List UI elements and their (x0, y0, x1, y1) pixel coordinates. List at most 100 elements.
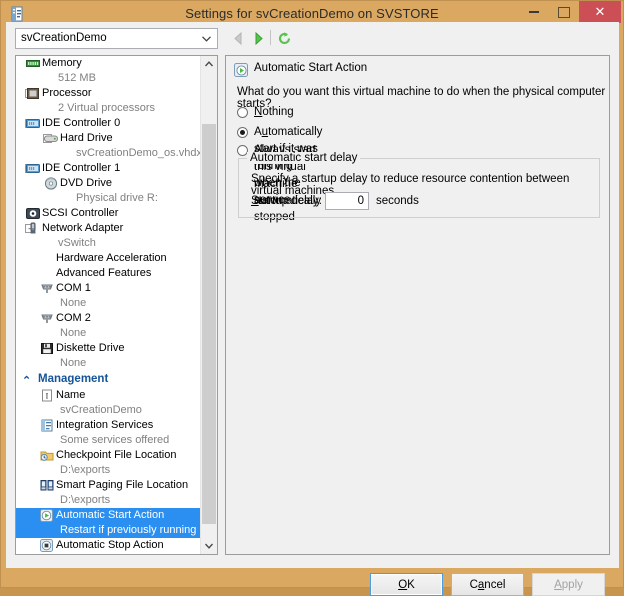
tree-node-label: Smart Paging File Location (56, 479, 189, 491)
tree-node-sublabel: None (60, 357, 87, 369)
ok-button-label: OK (398, 578, 415, 591)
tree-node-label: Advanced Features (56, 267, 152, 279)
forward-button[interactable] (248, 29, 268, 47)
processor-icon (26, 87, 40, 100)
com-port-icon (40, 312, 54, 325)
tree-node-sub-smart-paging-file-location: D:\exports (16, 493, 202, 508)
scsi-controller-icon (26, 207, 40, 220)
tree-node-sublabel: D:\exports (60, 464, 111, 476)
back-button[interactable] (228, 29, 248, 47)
tree-node-sublabel: svCreationDemo (60, 404, 142, 416)
tree-node-automatic-start-action[interactable]: Automatic Start Action (16, 508, 202, 523)
chevron-down-icon (200, 33, 212, 45)
tree-node-ide-controller-1[interactable]: -IDE Controller 1 (16, 161, 202, 176)
com-port-icon (40, 282, 54, 295)
tree-node-label: Checkpoint File Location (56, 449, 177, 461)
tree-node-sub-network-adapter: vSwitch (16, 236, 202, 251)
tree-node-dvd-drive[interactable]: DVD Drive (16, 176, 202, 191)
tree-node-label: Processor (42, 87, 92, 99)
settings-content-panel: Automatic Start Action What do you want … (225, 55, 610, 555)
tree-node-sub-name: svCreationDemo (16, 403, 202, 418)
tree-node-list: Memory 512 MB +Processor2 Virtual processo… (16, 56, 202, 554)
tree-node-label: Name (56, 389, 86, 401)
tree-node-checkpoint-file-location[interactable]: Checkpoint File Location (16, 448, 202, 463)
tree-node-network-adapter[interactable]: - Network Adapter (16, 221, 202, 236)
tree-node-sublabel: vSwitch (58, 237, 96, 249)
toolbar-separator (270, 30, 271, 45)
tree-node-automatic-stop-action[interactable]: Automatic Stop Action (16, 538, 202, 553)
minimize-button[interactable] (519, 1, 549, 23)
cancel-button[interactable]: Cancel (451, 573, 524, 596)
tree-node-integration-services[interactable]: Integration Services (16, 418, 202, 433)
cancel-button-label: Cancel (469, 578, 506, 591)
tree-node-label: COM 1 (56, 282, 91, 294)
tree-node-advanced-features[interactable]: Advanced Features (16, 266, 202, 281)
scrollbar-thumb[interactable] (202, 124, 216, 524)
tree-node-sub-memory: 512 MB (16, 71, 202, 86)
tree-node-diskette-drive[interactable]: Diskette Drive (16, 341, 202, 356)
dialog-body: svCreationDemo Memory512 MB+Processo (6, 22, 619, 596)
content-section-header: Automatic Start Action (234, 62, 601, 78)
tree-node-ide-controller-0[interactable]: -IDE Controller 0 (16, 116, 202, 131)
tree-node-sublabel: D:\exports (60, 494, 111, 506)
radio-indicator[interactable] (237, 127, 248, 138)
tree-node-com-2[interactable]: COM 2 (16, 311, 202, 326)
dvd-drive-icon (44, 177, 58, 190)
tree-node-label: Automatic Start Action (56, 509, 165, 521)
tree-section-management[interactable]: ⌃ Management (16, 371, 202, 388)
tree-node-sublabel: 2 Virtual processors (58, 102, 156, 114)
tree-node-processor[interactable]: +Processor (16, 86, 202, 101)
forward-arrow-icon (255, 31, 263, 45)
ide-controller-icon (26, 117, 40, 130)
startup-delay-input[interactable]: 0 (325, 192, 369, 210)
network-adapter-icon (26, 222, 40, 235)
tree-node-label: DVD Drive (60, 177, 112, 189)
hard-drive-icon (44, 132, 58, 145)
tree-node-label: IDE Controller 1 (42, 162, 121, 174)
tree-node-sub-checkpoint-file-location: D:\exports (16, 463, 202, 478)
tree-node-scsi-controller[interactable]: SCSI Controller (16, 206, 202, 221)
close-button[interactable]: ✕ (579, 1, 621, 23)
tree-node-label: Integration Services (56, 419, 154, 431)
tree-node-memory[interactable]: Memory (16, 56, 202, 71)
tree-node-sub-dvd-drive: Physical drive R: (16, 191, 202, 206)
tree-node-sublabel: 512 MB (58, 72, 96, 84)
tree-node-hardware-acceleration[interactable]: Hardware Acceleration (16, 251, 202, 266)
tree-node-name[interactable]: I Name (16, 388, 202, 403)
tree-node-label: Hardware Acceleration (56, 252, 167, 264)
tree-node-sub-diskette-drive: None (16, 356, 202, 371)
refresh-button[interactable] (274, 29, 294, 47)
tree-node-hard-drive[interactable]: +Hard Drive (16, 131, 202, 146)
tree-node-label: Memory (42, 57, 82, 69)
ide-controller-icon (26, 162, 40, 175)
diskette-drive-icon (40, 342, 54, 355)
tree-node-label: Network Adapter (42, 222, 124, 234)
startup-delay-value: 0 (357, 195, 364, 207)
tree-scrollbar[interactable] (200, 56, 217, 554)
minimize-icon (519, 1, 549, 23)
refresh-icon (278, 31, 290, 44)
tree-node-sub-com-2: None (16, 326, 202, 341)
group-title: Automatic start delay (247, 152, 361, 164)
tree-node-sub-processor: 2 Virtual processors (16, 101, 202, 116)
content-section-title: Automatic Start Action (254, 62, 373, 74)
ok-button[interactable]: OK (370, 573, 443, 596)
auto-start-icon (40, 509, 54, 522)
settings-navigation-tree[interactable]: Memory 512 MB +Processor2 Virtual processo… (15, 55, 218, 555)
scroll-up-icon[interactable] (201, 56, 217, 72)
tree-node-label: Automatic Stop Action (56, 539, 164, 551)
vm-selector-combobox[interactable]: svCreationDemo (15, 28, 218, 49)
svg-text:I: I (46, 392, 49, 401)
tree-node-label: Hard Drive (60, 132, 113, 144)
startup-delay-units: seconds (376, 195, 419, 207)
maximize-button[interactable] (549, 1, 579, 23)
name-icon: I (40, 389, 54, 402)
integration-services-icon (40, 419, 54, 432)
scroll-down-icon[interactable] (201, 538, 217, 554)
tree-node-sublabel: Physical drive R: (76, 192, 158, 204)
radio-indicator[interactable] (237, 107, 248, 118)
tree-node-smart-paging-file-location[interactable]: Smart Paging File Location (16, 478, 202, 493)
tree-node-com-1[interactable]: COM 1 (16, 281, 202, 296)
tree-node-sub-automatic-stop-action: Save (16, 553, 202, 554)
vm-selector-value: svCreationDemo (21, 32, 107, 44)
